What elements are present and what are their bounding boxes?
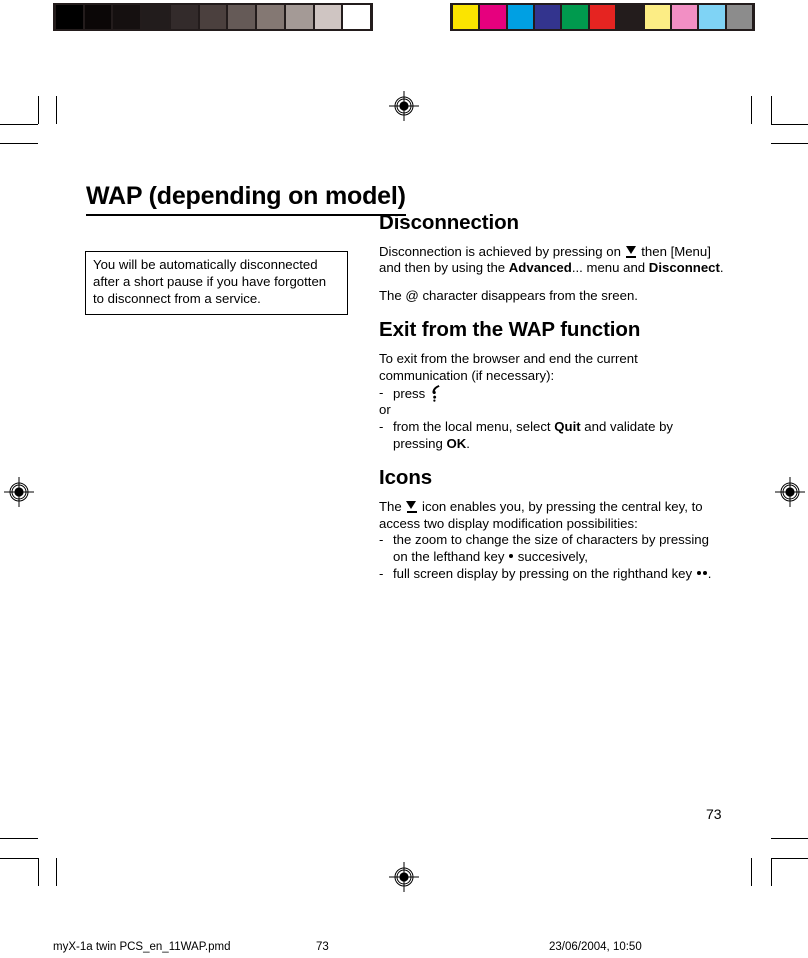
grayscale-swatch-2	[113, 5, 141, 29]
color-swatch-3	[535, 5, 561, 29]
crop-mark-bottom-left-vertical-inner	[38, 858, 39, 886]
exit-or-separator: or	[379, 402, 391, 418]
exit-bold-quit: Quit	[554, 419, 581, 435]
grayscale-swatch-0	[56, 5, 83, 29]
disconnection-text-d: .	[719, 260, 724, 276]
crop-mark-bottom-right-vertical	[751, 858, 752, 886]
crop-mark-bottom-left-horizontal-outer	[0, 858, 38, 859]
crop-mark-top-left-vertical-inner	[38, 96, 39, 124]
crop-mark-top-right-vertical-inner	[771, 96, 772, 124]
grayscale-swatch-6	[228, 5, 256, 29]
grayscale-swatch-7	[257, 5, 284, 29]
section-heading-exit: Exit from the WAP function	[379, 318, 641, 342]
color-swatch-9	[699, 5, 725, 29]
icons-item2-text-a: full screen display by pressing on the r…	[393, 566, 696, 582]
footer-page-number: 73	[316, 941, 329, 953]
disconnection-text-a: Disconnection is achieved by pressing on	[379, 243, 625, 259]
list-dash: -	[379, 384, 384, 400]
color-swatch-0	[453, 5, 479, 29]
footer-timestamp: 23/06/2004, 10:50	[549, 941, 642, 953]
crop-mark-top-left-vertical	[56, 96, 57, 124]
nav-down-key-icon	[625, 245, 637, 258]
exit-item2-text-a: from the local menu, select	[393, 419, 555, 435]
color-swatch-2	[507, 5, 534, 29]
grayscale-calibration-bar	[53, 3, 373, 31]
crop-mark-top-left-horizontal-outer	[0, 124, 38, 125]
print-footer: myX-1a twin PCS_en_11WAP.pmd 73 23/06/20…	[0, 941, 808, 957]
crop-mark-bottom-right-horizontal-inner	[771, 838, 808, 839]
grayscale-swatch-9	[314, 5, 342, 29]
list-item: - full screen display by pressing on the …	[379, 566, 724, 583]
exit-paragraph-1: To exit from the browser and end the cur…	[379, 350, 638, 383]
list-item: - the zoom to change the size of characte…	[379, 532, 724, 566]
disconnection-bold-advanced: Advanced	[508, 260, 572, 276]
disconnection-text-c: ... menu and	[571, 260, 649, 276]
nav-down-key-icon	[406, 500, 417, 513]
disconnection-paragraph-2: The @ character disappears from the sree…	[379, 288, 638, 304]
crop-mark-bottom-left-horizontal-inner	[0, 838, 38, 839]
double-dot-key-icon-first	[696, 571, 701, 576]
registration-mark-left	[4, 477, 34, 507]
list-item: - from the local menu, select Quit and va…	[379, 419, 724, 453]
grayscale-swatch-5	[199, 5, 227, 29]
crop-mark-top-right-horizontal-inner	[771, 143, 808, 144]
icons-text-b: icon enables you, by pressing the centra…	[379, 498, 703, 531]
icons-text-a: The	[379, 498, 406, 514]
registration-mark-top	[389, 91, 419, 121]
crop-mark-bottom-right-vertical-inner	[771, 858, 772, 886]
color-swatch-6	[617, 5, 643, 29]
exit-bold-ok: OK	[446, 436, 467, 452]
main-content-column: Disconnection Disconnection is achieved …	[379, 211, 724, 583]
crop-mark-top-right-vertical	[751, 96, 752, 124]
double-dot-key-icon-second	[702, 571, 707, 576]
list-item: - press	[379, 384, 724, 403]
color-calibration-bar	[450, 3, 755, 31]
color-swatch-8	[671, 5, 698, 29]
grayscale-swatch-3	[142, 5, 169, 29]
icons-option-list: - the zoom to change the size of characte…	[379, 532, 724, 583]
note-box: You will be automatically disconnected a…	[85, 251, 348, 315]
page-number: 73	[706, 806, 722, 822]
exit-step-list-2: - from the local menu, select Quit and va…	[379, 419, 724, 453]
registration-mark-bottom	[389, 862, 419, 892]
note-box-text: You will be automatically disconnected a…	[93, 257, 327, 306]
exit-item2-text-c: .	[466, 436, 470, 452]
icons-item2-text-b: .	[707, 566, 712, 582]
grayscale-swatch-10	[343, 5, 371, 29]
icons-item1-text-b: succesively,	[514, 549, 588, 565]
crop-mark-top-left-horizontal-inner	[0, 143, 38, 144]
list-dash: -	[379, 532, 384, 548]
registration-mark-right	[775, 477, 805, 507]
grayscale-swatch-8	[285, 5, 313, 29]
color-swatch-7	[644, 5, 670, 29]
list-dash: -	[379, 566, 384, 582]
disconnection-bold-disconnect: Disconnect	[648, 260, 720, 276]
exit-item1-text: press	[393, 385, 429, 401]
exit-step-list: - press	[379, 384, 724, 403]
crop-mark-top-right-horizontal-outer	[771, 124, 808, 125]
page-title: WAP (depending on model)	[86, 182, 406, 216]
grayscale-swatch-1	[84, 5, 112, 29]
hangup-handset-icon	[430, 384, 441, 402]
grayscale-swatch-4	[170, 5, 198, 29]
crop-mark-bottom-left-vertical	[56, 858, 57, 886]
list-dash: -	[379, 419, 384, 435]
section-heading-disconnection: Disconnection	[379, 211, 519, 234]
icons-paragraph-1: The icon enables you, by pressing the ce…	[379, 499, 724, 533]
disconnection-paragraph-1: Disconnection is achieved by pressing on…	[379, 244, 724, 278]
footer-filename: myX-1a twin PCS_en_11WAP.pmd	[53, 941, 231, 953]
single-dot-key-icon	[509, 554, 514, 559]
color-swatch-5	[589, 5, 616, 29]
section-heading-icons: Icons	[379, 466, 433, 490]
color-swatch-1	[480, 5, 506, 29]
color-swatch-4	[562, 5, 588, 29]
color-swatch-10	[726, 5, 752, 29]
crop-mark-bottom-right-horizontal-outer	[771, 858, 808, 859]
